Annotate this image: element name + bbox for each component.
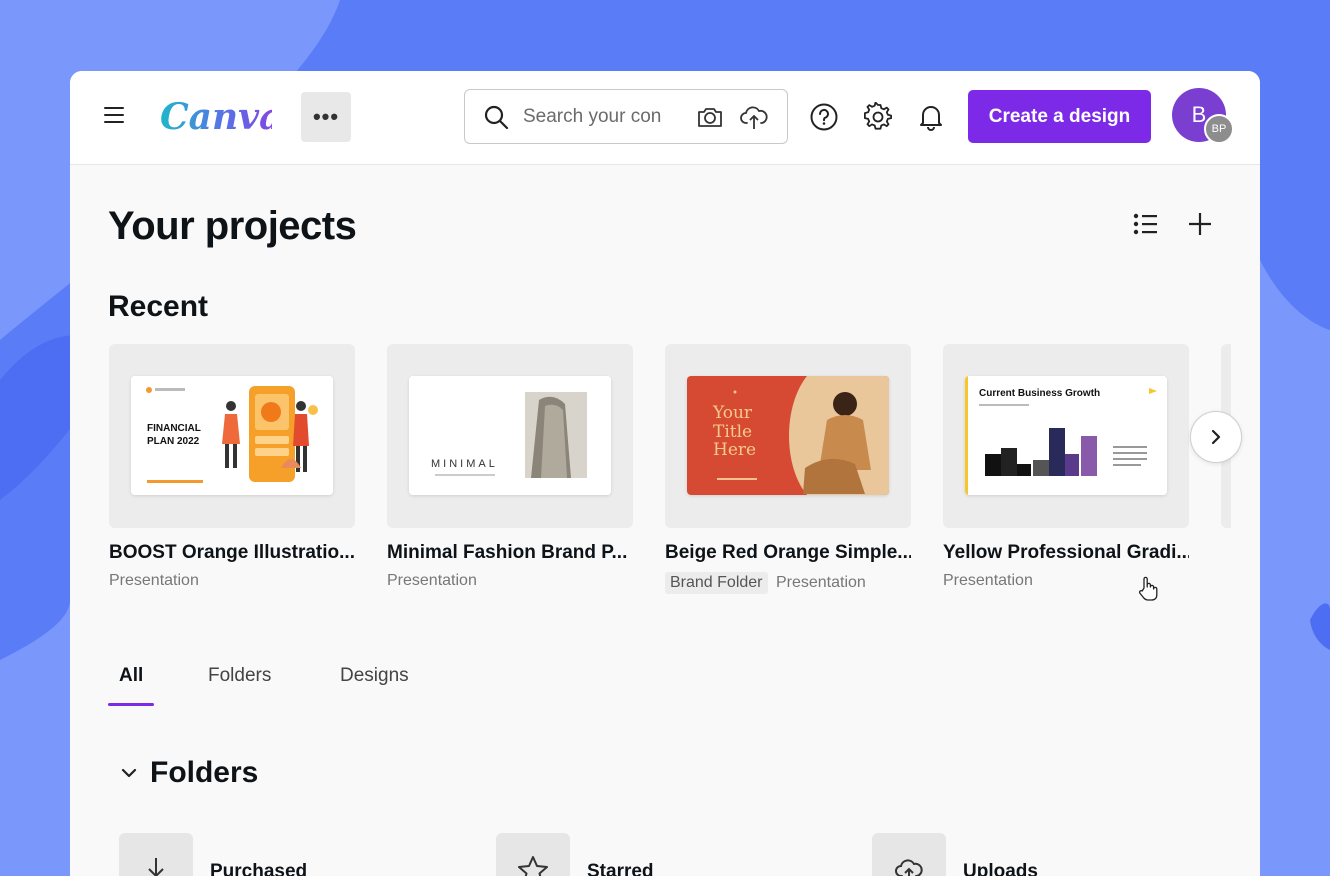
design-thumbnail-business-growth: Current Business Growth bbox=[965, 376, 1167, 495]
recent-design-card[interactable]: Your Title Here Beige Red Orange Simple.… bbox=[665, 344, 911, 594]
folder-name: Uploads bbox=[963, 861, 1038, 876]
team-avatar-badge: BP bbox=[1204, 114, 1234, 144]
design-thumbnail-frame: MINIMAL bbox=[387, 344, 633, 528]
create-design-button[interactable]: Create a design bbox=[968, 90, 1151, 143]
recent-design-card[interactable]: FINANCIAL PLAN 2022 BOOST Orange Illustr… bbox=[109, 344, 355, 590]
design-type: Presentation bbox=[775, 574, 866, 591]
design-thumbnail-financial-plan: FINANCIAL PLAN 2022 bbox=[131, 376, 333, 495]
thumbnail-heading: Your Title Here bbox=[713, 403, 757, 461]
design-title: Yellow Professional Gradi... bbox=[943, 542, 1189, 563]
folder-starred[interactable]: Starred bbox=[496, 833, 654, 876]
hand-pointer-cursor-icon bbox=[1138, 576, 1158, 601]
folder-name: Starred bbox=[587, 861, 654, 876]
design-thumbnail-beige-red: Your Title Here bbox=[687, 376, 889, 495]
chevron-right-icon bbox=[1211, 429, 1221, 445]
design-title: BOOST Orange Illustratio... bbox=[109, 542, 355, 563]
folders-section-title: Folders bbox=[150, 756, 259, 789]
design-thumbnail-minimal-fashion: MINIMAL bbox=[409, 376, 611, 495]
settings-gear-icon[interactable] bbox=[863, 102, 893, 132]
page-title: Your projects bbox=[108, 204, 357, 248]
design-title: Minimal Fashion Brand P... bbox=[387, 542, 628, 563]
recent-design-card[interactable]: Current Business Growth Yellow Professio… bbox=[943, 344, 1189, 590]
svg-text:Canva: Canva bbox=[160, 96, 272, 138]
camera-icon[interactable] bbox=[696, 104, 724, 130]
thumbnail-heading: MINIMAL bbox=[431, 458, 498, 470]
cloud-upload-icon[interactable] bbox=[739, 104, 769, 130]
design-thumbnail-frame: Your Title Here bbox=[665, 344, 911, 528]
canva-logo[interactable]: Canva bbox=[160, 91, 282, 141]
canva-window: Canva ••• Search your con Create a desig… bbox=[70, 71, 1260, 876]
search-bar[interactable] bbox=[464, 89, 788, 144]
carousel-next-button[interactable] bbox=[1190, 411, 1242, 463]
thumbnail-heading: Current Business Growth bbox=[979, 388, 1101, 399]
list-view-icon[interactable] bbox=[1133, 212, 1159, 236]
design-thumbnail-frame: Current Business Growth bbox=[943, 344, 1189, 528]
folder-uploads[interactable]: Uploads bbox=[872, 833, 1038, 876]
download-icon bbox=[119, 833, 193, 876]
recent-design-card[interactable]: MINIMAL Minimal Fashion Brand P... Prese… bbox=[387, 344, 633, 590]
top-bar: Canva ••• Search your con Create a desig… bbox=[70, 71, 1260, 165]
folders-section-toggle[interactable]: Folders bbox=[120, 756, 258, 790]
brand-folder-badge[interactable]: Brand Folder bbox=[665, 572, 768, 594]
folder-purchased[interactable]: Purchased bbox=[119, 833, 307, 876]
more-options-button[interactable]: ••• bbox=[301, 92, 351, 142]
tab-all[interactable]: All bbox=[119, 665, 143, 687]
tab-designs[interactable]: Designs bbox=[340, 665, 409, 687]
cloud-upload-icon bbox=[872, 833, 946, 876]
chevron-down-icon bbox=[121, 768, 137, 778]
design-title: Beige Red Orange Simple... bbox=[665, 542, 911, 563]
design-type: Presentation bbox=[387, 572, 477, 589]
star-icon bbox=[496, 833, 570, 876]
folder-name: Purchased bbox=[210, 861, 308, 876]
design-thumbnail-frame: FINANCIAL PLAN 2022 bbox=[109, 344, 355, 528]
notifications-bell-icon[interactable] bbox=[916, 102, 946, 132]
canva-logo-wordmark: Canva bbox=[160, 96, 282, 138]
active-tab-indicator bbox=[108, 703, 154, 706]
search-input[interactable] bbox=[523, 104, 673, 130]
design-type: Presentation bbox=[109, 572, 199, 589]
add-icon[interactable] bbox=[1187, 211, 1213, 237]
menu-icon[interactable] bbox=[104, 107, 124, 125]
help-icon[interactable] bbox=[809, 102, 839, 132]
design-meta: Brand Folder Presentation bbox=[665, 572, 911, 594]
recent-section-title: Recent bbox=[108, 290, 209, 323]
tab-folders[interactable]: Folders bbox=[208, 665, 271, 687]
thumbnail-heading: FINANCIAL PLAN 2022 bbox=[147, 423, 201, 447]
search-icon bbox=[484, 105, 509, 130]
